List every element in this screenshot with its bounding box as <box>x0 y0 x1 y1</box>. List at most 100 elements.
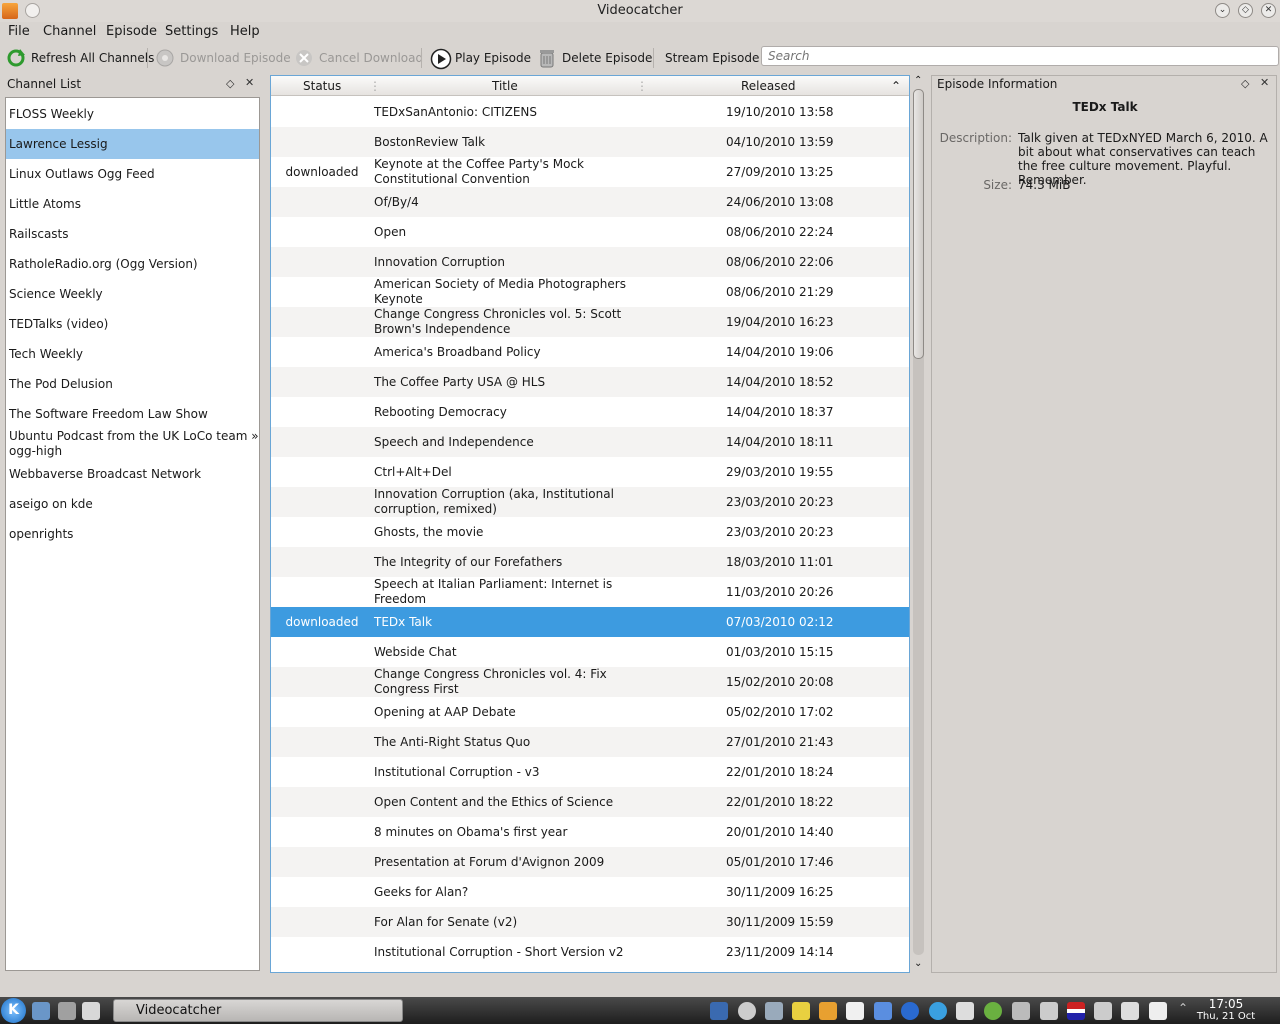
float-icon[interactable]: ◇ <box>226 77 234 90</box>
menu-episode[interactable]: Episode <box>106 24 157 39</box>
cell-title: Keynote at the Coffee Party's Mock Const… <box>374 157 584 186</box>
scissors-icon[interactable] <box>1040 1002 1058 1020</box>
minimize-button[interactable]: ⌄ <box>1215 3 1230 18</box>
table-row[interactable]: TEDxSanAntonio: CITIZENS 19/10/2010 13:58 <box>271 97 909 127</box>
table-row[interactable]: Change Congress Chronicles vol. 4: Fix C… <box>271 667 909 697</box>
play-episode-button[interactable]: Play Episode <box>430 47 531 70</box>
close-button[interactable]: ✕ <box>1261 3 1276 18</box>
chat-icon[interactable] <box>956 1002 974 1020</box>
delete-episode-button[interactable]: Delete Episode <box>537 47 652 69</box>
maximize-button[interactable]: ◇ <box>1238 3 1253 18</box>
table-row[interactable]: Open Content and the Ethics of Science 22… <box>271 787 909 817</box>
info-icon[interactable] <box>738 1002 756 1020</box>
channel-item[interactable]: FLOSS Weekly <box>6 99 259 129</box>
network-manager-icon[interactable] <box>1012 1002 1030 1020</box>
table-row[interactable]: Ctrl+Alt+Del 29/03/2010 19:55 <box>271 457 909 487</box>
channel-item[interactable]: Tech Weekly <box>6 339 259 369</box>
table-row[interactable]: Opening at AAP Debate 05/02/2010 17:02 <box>271 697 909 727</box>
memory-monitor-icon[interactable] <box>819 1002 837 1020</box>
channel-item[interactable]: Railscasts <box>6 219 259 249</box>
expand-tray-icon[interactable]: ⌃ <box>1178 1001 1188 1015</box>
vertical-scrollbar[interactable]: ⌃ ⌄ <box>911 75 927 973</box>
taskbar-task-videocatcher[interactable]: Videocatcher <box>113 999 403 1022</box>
refresh-all-button[interactable]: Refresh All Channels <box>6 47 154 69</box>
table-row[interactable]: Institutional Corruption - v3 22/01/2010 … <box>271 757 909 787</box>
column-status[interactable]: Status <box>303 79 341 93</box>
table-row[interactable]: Presentation at Forum d'Avignon 2009 05/0… <box>271 847 909 877</box>
compass-icon[interactable] <box>901 1002 919 1020</box>
table-row[interactable]: Speech at Italian Parliament: Internet i… <box>271 577 909 607</box>
menu-channel[interactable]: Channel <box>43 24 96 39</box>
clock-time[interactable]: 17:05 <box>1195 997 1257 1011</box>
cell-released: 23/03/2010 20:23 <box>726 525 834 539</box>
clipboard-icon[interactable] <box>1121 1002 1139 1020</box>
table-row[interactable]: Rebooting Democracy 14/04/2010 18:37 <box>271 397 909 427</box>
trash-icon[interactable] <box>58 1002 76 1020</box>
channel-item[interactable]: TEDTalks (video) <box>6 309 259 339</box>
column-title[interactable]: Title <box>492 79 518 93</box>
table-row[interactable]: Ghosts, the movie 23/03/2010 20:23 <box>271 517 909 547</box>
table-row[interactable]: Speech and Independence 14/04/2010 18:11 <box>271 427 909 457</box>
channel-item-label: Railscasts <box>9 226 69 241</box>
uk-flag-icon[interactable] <box>1067 1002 1085 1020</box>
printer-icon[interactable] <box>1149 1002 1167 1020</box>
search-input[interactable] <box>761 46 1279 66</box>
table-row[interactable]: Change Congress Chronicles vol. 5: Scott… <box>271 307 909 337</box>
channel-item[interactable]: Lawrence Lessig <box>6 129 259 159</box>
table-row[interactable]: For Alan for Senate (v2) 30/11/2009 15:59 <box>271 907 909 937</box>
channel-item[interactable]: Science Weekly <box>6 279 259 309</box>
table-row[interactable]: The Integrity of our Forefathers 18/03/20… <box>271 547 909 577</box>
table-row[interactable]: The Anti-Right Status Quo 27/01/2010 21:4… <box>271 727 909 757</box>
channel-item[interactable]: Webbaverse Broadcast Network <box>6 459 259 489</box>
table-row[interactable]: Geeks for Alan? 30/11/2009 16:25 <box>271 877 909 907</box>
channel-item[interactable]: Linux Outlaws Ogg Feed <box>6 159 259 189</box>
table-row[interactable]: BostonReview Talk 04/10/2010 13:59 <box>271 127 909 157</box>
table-row[interactable]: Open 08/06/2010 22:24 <box>271 217 909 247</box>
cancel-download-button[interactable]: Cancel Download <box>294 47 423 69</box>
table-row[interactable]: American Society of Media Photographers … <box>271 277 909 307</box>
close-panel-icon[interactable]: ✕ <box>245 76 254 89</box>
column-released[interactable]: Released <box>741 79 796 93</box>
channel-item-label: Webbaverse Broadcast Network <box>9 466 202 481</box>
download-episode-button[interactable]: Download Episode <box>155 47 291 69</box>
clapper-icon[interactable] <box>846 1002 864 1020</box>
channel-item[interactable]: The Software Freedom Law Show <box>6 399 259 429</box>
table-row[interactable]: downloaded TEDx Talk 07/03/2010 02:12 <box>271 607 909 637</box>
channel-item[interactable]: Ubuntu Podcast from the UK LoCo team » o… <box>6 429 259 459</box>
scrollbar-thumb[interactable] <box>913 89 924 359</box>
volume-icon[interactable] <box>1094 1002 1112 1020</box>
table-row[interactable]: Of/By/4 24/06/2010 13:08 <box>271 187 909 217</box>
channel-item[interactable]: The Pod Delusion <box>6 369 259 399</box>
channel-item[interactable]: Little Atoms <box>6 189 259 219</box>
table-row[interactable]: downloaded Keynote at the Coffee Party's … <box>271 157 909 187</box>
table-row[interactable]: The Coffee Party USA @ HLS 14/04/2010 18:… <box>271 367 909 397</box>
table-row[interactable]: 8 minutes on Obama's first year 20/01/201… <box>271 817 909 847</box>
menu-file[interactable]: File <box>8 24 30 39</box>
scroll-down-icon[interactable]: ⌄ <box>914 958 922 969</box>
table-row[interactable]: Webside Chat 01/03/2010 15:15 <box>271 637 909 667</box>
gear-icon[interactable] <box>984 1002 1002 1020</box>
table-row[interactable]: America's Broadband Policy 14/04/2010 19:… <box>271 337 909 367</box>
menu-settings[interactable]: Settings <box>165 24 218 39</box>
cpu-monitor-icon[interactable] <box>765 1002 783 1020</box>
table-row[interactable]: Institutional Corruption - Short Version… <box>271 937 909 967</box>
notes-icon[interactable] <box>792 1002 810 1020</box>
mail-icon[interactable] <box>82 1002 100 1020</box>
channel-item[interactable]: RatholeRadio.org (Ogg Version) <box>6 249 259 279</box>
menu-bar: File Channel Episode Settings Help <box>0 22 1280 42</box>
download-arrow-icon[interactable] <box>874 1002 892 1020</box>
menu-help[interactable]: Help <box>230 24 260 39</box>
clock-date[interactable]: Thu, 21 Oct <box>1190 1011 1262 1022</box>
cell-status <box>271 247 373 277</box>
desktop-icon[interactable] <box>32 1002 50 1020</box>
help-icon[interactable] <box>929 1002 947 1020</box>
kde-menu-button[interactable]: K <box>1 998 26 1023</box>
network-icon[interactable] <box>710 1002 728 1020</box>
channel-item[interactable]: aseigo on kde <box>6 489 259 519</box>
scroll-up-icon[interactable]: ⌃ <box>914 75 922 86</box>
table-row[interactable]: Innovation Corruption (aka, Institutiona… <box>271 487 909 517</box>
channel-item[interactable]: openrights <box>6 519 259 549</box>
stream-episode-button[interactable]: Stream Episode <box>665 47 759 69</box>
table-row[interactable]: Innovation Corruption 08/06/2010 22:06 <box>271 247 909 277</box>
download-episode-label: Download Episode <box>180 51 291 65</box>
